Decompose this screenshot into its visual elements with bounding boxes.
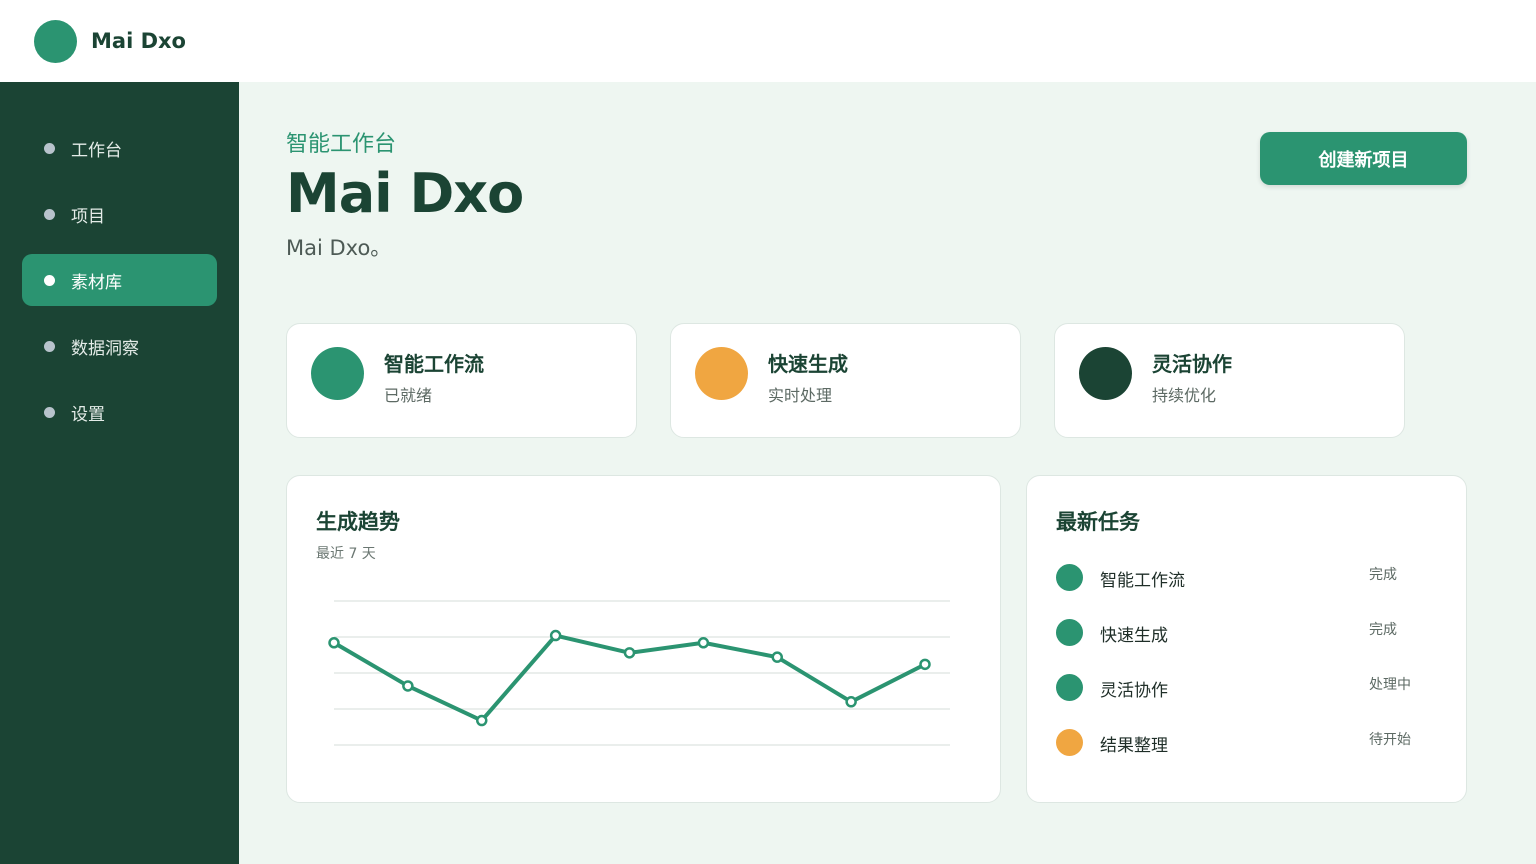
bullet-icon (44, 406, 55, 418)
sidebar-item-assets[interactable]: 素材库 (22, 254, 217, 306)
data-point[interactable] (476, 714, 488, 727)
task-status-dot-icon (1056, 619, 1083, 646)
trend-line-chart (328, 600, 950, 746)
stat-title: 快速生成 (768, 352, 848, 376)
sidebar-item-label: 设置 (71, 404, 105, 425)
sidebar-item-projects[interactable]: 项目 (22, 188, 217, 240)
main-content: 智能工作台 Mai Dxo Mai Dxo。 创建新项目 智能工作流 已就绪 快… (239, 82, 1536, 864)
stat-status: 实时处理 (768, 386, 833, 405)
data-point[interactable] (919, 658, 931, 671)
recent-tasks-card: 最新任务 智能工作流 完成 快速生成 完成 灵活协作 处理中 结果整理 待开始 (1026, 475, 1467, 803)
sidebar: 工作台 项目 素材库 数据洞察 设置 (0, 82, 239, 864)
bullet-icon (44, 340, 55, 352)
task-status: 待开始 (1369, 732, 1411, 748)
logo-icon (34, 19, 77, 63)
stat-card-workflow: 智能工作流 已就绪 (286, 323, 637, 438)
bullet-icon (44, 274, 55, 286)
app-name: Mai Dxo (91, 29, 186, 53)
task-status: 处理中 (1369, 677, 1411, 693)
task-row[interactable]: 智能工作流 完成 (1056, 562, 1436, 592)
task-status: 完成 (1369, 567, 1397, 583)
task-name: 快速生成 (1100, 626, 1168, 646)
sidebar-item-label: 工作台 (71, 140, 122, 161)
sidebar-item-label: 项目 (71, 206, 105, 227)
data-point[interactable] (697, 637, 710, 649)
task-name: 智能工作流 (1100, 571, 1185, 591)
create-project-button[interactable]: 创建新项目 (1260, 132, 1467, 185)
sidebar-item-workbench[interactable]: 工作台 (22, 122, 217, 174)
bullet-icon (44, 208, 55, 220)
task-status-dot-icon (1056, 729, 1083, 756)
tasks-title: 最新任务 (1056, 510, 1140, 534)
data-point[interactable] (771, 651, 783, 663)
stat-status: 持续优化 (1152, 386, 1217, 405)
stat-card-generation: 快速生成 实时处理 (670, 323, 1021, 438)
page-subtitle: Mai Dxo。 (286, 236, 392, 260)
task-row[interactable]: 快速生成 完成 (1056, 617, 1436, 647)
task-status-dot-icon (1056, 564, 1083, 591)
task-status: 完成 (1369, 622, 1397, 638)
task-name: 灵活协作 (1100, 681, 1168, 701)
page-title: Mai Dxo (286, 162, 524, 225)
data-point[interactable] (549, 629, 562, 642)
sidebar-item-insights[interactable]: 数据洞察 (22, 320, 217, 372)
data-point[interactable] (623, 647, 636, 659)
stat-status: 已就绪 (384, 386, 433, 405)
trend-chart-card: 生成趋势 最近 7 天 (286, 475, 1001, 803)
stat-title: 智能工作流 (384, 352, 484, 376)
sidebar-item-label: 素材库 (71, 272, 122, 293)
data-point[interactable] (328, 637, 340, 649)
data-point[interactable] (845, 696, 857, 708)
task-name: 结果整理 (1100, 736, 1168, 756)
stat-title: 灵活协作 (1152, 352, 1232, 376)
task-row[interactable]: 结果整理 待开始 (1056, 727, 1436, 757)
sidebar-item-settings[interactable]: 设置 (22, 386, 217, 438)
status-dot-icon (695, 347, 748, 400)
task-status-dot-icon (1056, 674, 1083, 701)
task-row[interactable]: 灵活协作 处理中 (1056, 672, 1436, 702)
data-point[interactable] (402, 680, 414, 692)
stat-card-collaboration: 灵活协作 持续优化 (1054, 323, 1405, 438)
page-eyebrow: 智能工作台 (286, 132, 397, 157)
sidebar-item-label: 数据洞察 (71, 338, 139, 359)
bullet-icon (44, 142, 55, 154)
status-dot-icon (311, 347, 364, 400)
top-bar: Mai Dxo (0, 0, 1536, 82)
status-dot-icon (1079, 347, 1132, 400)
